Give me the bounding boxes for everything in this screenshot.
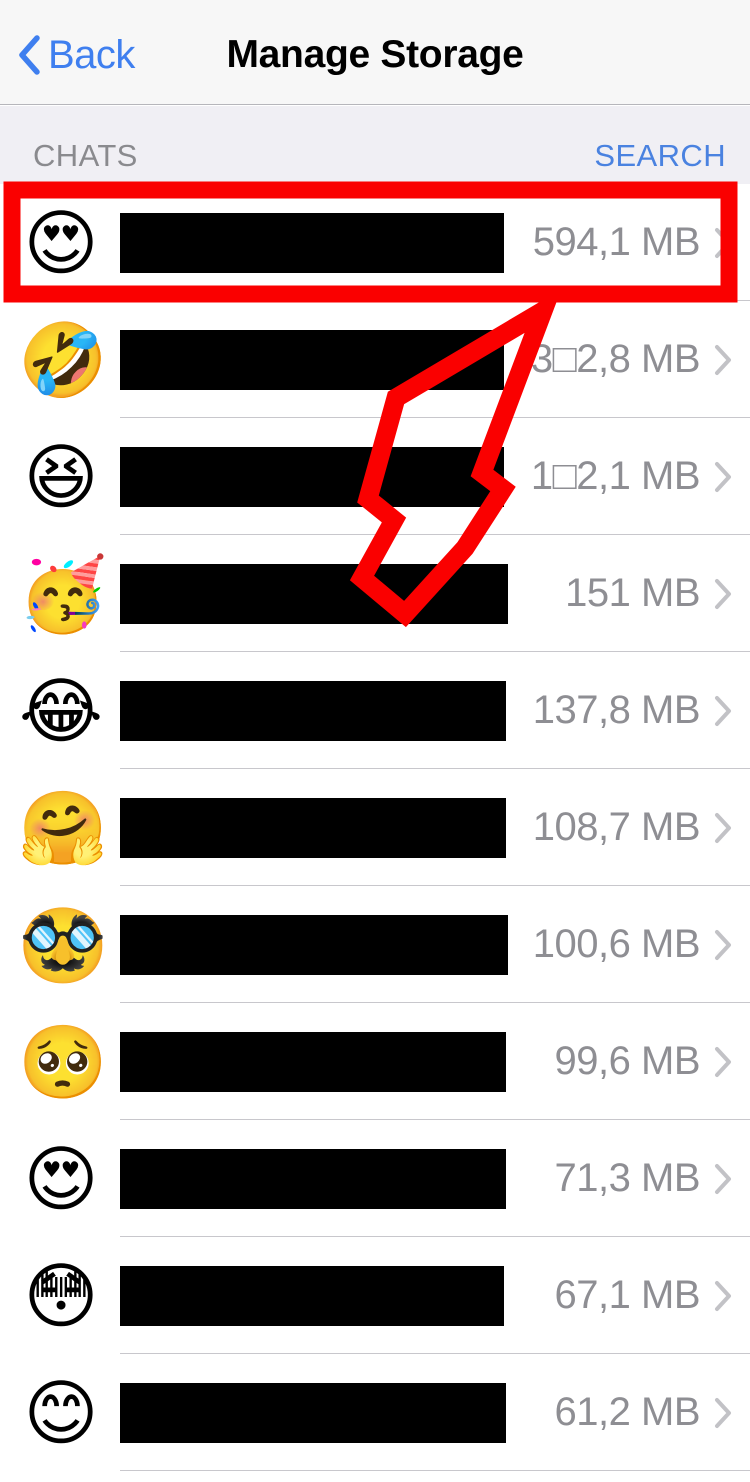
chevron-right-icon [715,227,731,258]
storage-size-label: 108,7 MB [532,805,701,849]
row-trailing-group: 1□2,1 MB [531,418,732,535]
page-title: Manage Storage [226,33,524,76]
storage-size-label: 594,1 MB [532,220,701,264]
chat-row[interactable]: 😂 137,8 MB [0,652,750,769]
chat-row[interactable]: 🤗 108,7 MB [0,769,750,886]
storage-size-label: 100,6 MB [532,922,701,966]
redacted-chat-name [120,1382,506,1443]
redacted-chat-name [120,797,506,858]
storage-size-label: 99,6 MB [554,1039,701,1083]
avatar: 😊 [23,1370,99,1455]
chat-row[interactable]: 😊 61,2 MB [0,1354,750,1471]
avatar: 🤗 [18,785,108,870]
redacted-chat-name [120,446,504,507]
storage-size-label: 71,3 MB [554,1156,701,1200]
chat-row[interactable]: 🤣 3□2,8 MB [0,301,750,418]
chevron-right-icon [715,1046,731,1077]
storage-size-label: 3□2,8 MB [530,337,701,381]
row-trailing-group: 99,6 MB [555,1003,732,1120]
avatar: 😆 [23,434,99,519]
chat-row[interactable]: 😍 71,3 MB [0,1120,750,1237]
storage-size-label: 61,2 MB [554,1390,701,1434]
storage-size-label: 1□2,1 MB [530,454,701,498]
avatar: 🤣 [18,317,108,402]
chat-row[interactable]: 😳 67,1 MB [0,1237,750,1354]
chevron-right-icon [715,695,731,726]
chat-storage-list: 😍 594,1 MB 🤣 3□2,8 MB 😆 1□2,1 MB 🥳 151 MB 😂 137,8… [0,184,750,1471]
chat-row[interactable]: 🥸 100,6 MB [0,886,750,1003]
redacted-chat-name [120,329,504,390]
row-separator [120,1470,750,1471]
search-button[interactable]: SEARCH [594,138,726,174]
section-header-bar: CHATS SEARCH [0,106,750,184]
chevron-right-icon [715,344,731,375]
chevron-right-icon [715,1397,731,1428]
row-trailing-group: 151 MB [565,535,732,652]
row-trailing-group: 61,2 MB [555,1354,732,1471]
chevron-right-icon [715,1163,731,1194]
avatar: 😂 [18,668,104,753]
chevron-right-icon [715,812,731,843]
section-header-label: CHATS [33,138,138,173]
storage-size-label: 137,8 MB [532,688,701,732]
redacted-chat-name [120,1031,506,1092]
navigation-bar: Back Manage Storage [0,0,750,105]
chevron-right-icon [715,578,731,609]
avatar: 🥳 [18,551,108,636]
row-trailing-group: 100,6 MB [533,886,732,1003]
row-trailing-group: 67,1 MB [555,1237,732,1354]
row-trailing-group: 108,7 MB [533,769,732,886]
redacted-chat-name [120,563,508,624]
redacted-chat-name [120,1148,506,1209]
row-trailing-group: 3□2,8 MB [531,301,732,418]
chat-row[interactable]: 🥳 151 MB [0,535,750,652]
row-trailing-group: 71,3 MB [555,1120,732,1237]
redacted-chat-name [120,680,506,741]
avatar: 🥸 [18,902,108,987]
redacted-chat-name [120,1265,504,1326]
chat-row[interactable]: 😍 594,1 MB [0,184,750,301]
avatar: 😍 [23,1136,99,1221]
redacted-chat-name [120,212,504,273]
storage-size-label: 67,1 MB [554,1273,701,1317]
avatar: 🥺 [18,1019,108,1104]
chevron-right-icon [715,461,731,492]
chat-row[interactable]: 😆 1□2,1 MB [0,418,750,535]
storage-size-label: 151 MB [565,571,700,615]
chevron-right-icon [715,1280,731,1311]
chevron-right-icon [715,929,731,960]
redacted-chat-name [120,914,508,975]
row-trailing-group: 137,8 MB [533,652,732,769]
manage-storage-screen: Back Manage Storage CHATS SEARCH 😍 594,1 … [0,0,750,1482]
chat-row[interactable]: 🥺 99,6 MB [0,1003,750,1120]
avatar: 😳 [23,1253,99,1338]
avatar: 😍 [23,200,99,285]
row-trailing-group: 594,1 MB [533,184,732,301]
